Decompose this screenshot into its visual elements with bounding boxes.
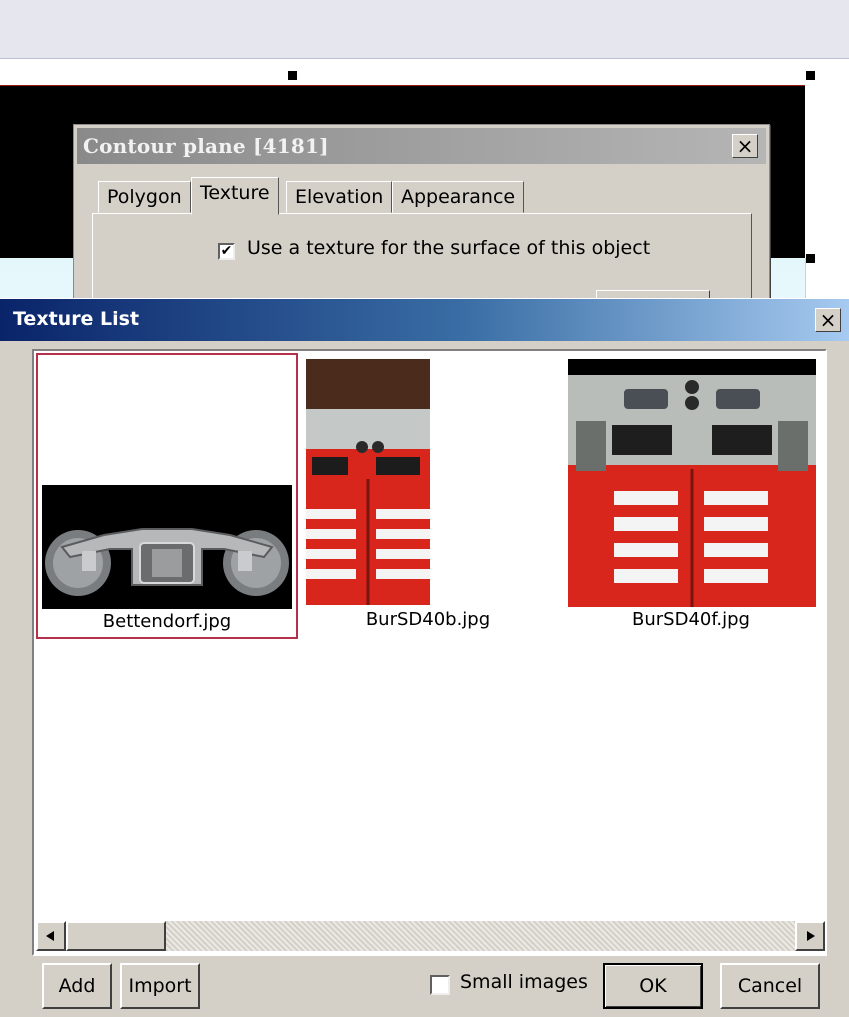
small-images-label: Small images <box>460 971 588 993</box>
close-icon: × <box>819 308 837 332</box>
check-icon: ✔ <box>220 243 233 259</box>
bettendorf-thumbnail <box>42 485 292 609</box>
contour-close-button[interactable]: × <box>732 134 758 158</box>
contour-dialog-titlebar[interactable]: Contour plane [4181] × <box>77 128 766 164</box>
tab-appearance[interactable]: Appearance <box>392 181 525 213</box>
texture-item-label: BurSD40f.jpg <box>632 609 750 630</box>
bursd40b-thumbnail <box>306 359 430 605</box>
tab-polygon[interactable]: Polygon <box>98 181 191 213</box>
texture-item-label: Bettendorf.jpg <box>102 611 232 632</box>
selection-handle-right[interactable] <box>806 254 815 263</box>
use-texture-checkbox[interactable]: ✔ <box>218 243 235 260</box>
use-texture-label: Use a texture for the surface of this ob… <box>247 237 651 259</box>
texture-list-title: Texture List <box>13 308 140 330</box>
small-images-checkbox[interactable] <box>430 975 450 995</box>
contour-plane-dialog: Contour plane [4181] × Polygon Texture E… <box>73 124 770 326</box>
arrow-right-icon <box>807 931 815 941</box>
texture-list-titlebar[interactable]: Texture List × <box>0 299 849 341</box>
texture-item-bettendorf[interactable]: Bettendorf.jpg <box>36 353 298 639</box>
texture-thumbnail-list[interactable]: Bettendorf.jpg BurSD40b.jpg BurSD40f.jpg <box>32 349 827 956</box>
tab-texture[interactable]: Texture <box>191 177 279 215</box>
ok-button[interactable]: OK <box>603 963 703 1009</box>
texture-item-label: BurSD40b.jpg <box>365 609 491 630</box>
scroll-right-button[interactable] <box>795 921 825 951</box>
selection-handle-top[interactable] <box>288 71 297 80</box>
texture-list-dialog: Texture List × Bettendorf.jpg BurSD40b.j… <box>0 298 849 1017</box>
selection-handle-top-right[interactable] <box>806 71 815 80</box>
tab-elevation[interactable]: Elevation <box>286 181 393 213</box>
scroll-left-button[interactable] <box>36 921 66 951</box>
scroll-thumb[interactable] <box>66 921 166 951</box>
contour-dialog-title: Contour plane [4181] <box>83 134 329 158</box>
horizontal-scrollbar[interactable] <box>36 921 825 951</box>
add-button[interactable]: Add <box>42 963 112 1009</box>
texture-list-close-button[interactable]: × <box>815 308 841 332</box>
bursd40f-thumbnail <box>568 359 816 607</box>
import-button[interactable]: Import <box>120 963 200 1009</box>
close-icon: × <box>736 134 754 158</box>
texture-item-bursd40f[interactable]: BurSD40f.jpg <box>564 355 818 639</box>
cancel-button[interactable]: Cancel <box>720 963 820 1009</box>
arrow-left-icon <box>46 931 54 941</box>
texture-item-bursd40b[interactable]: BurSD40b.jpg <box>304 355 552 639</box>
